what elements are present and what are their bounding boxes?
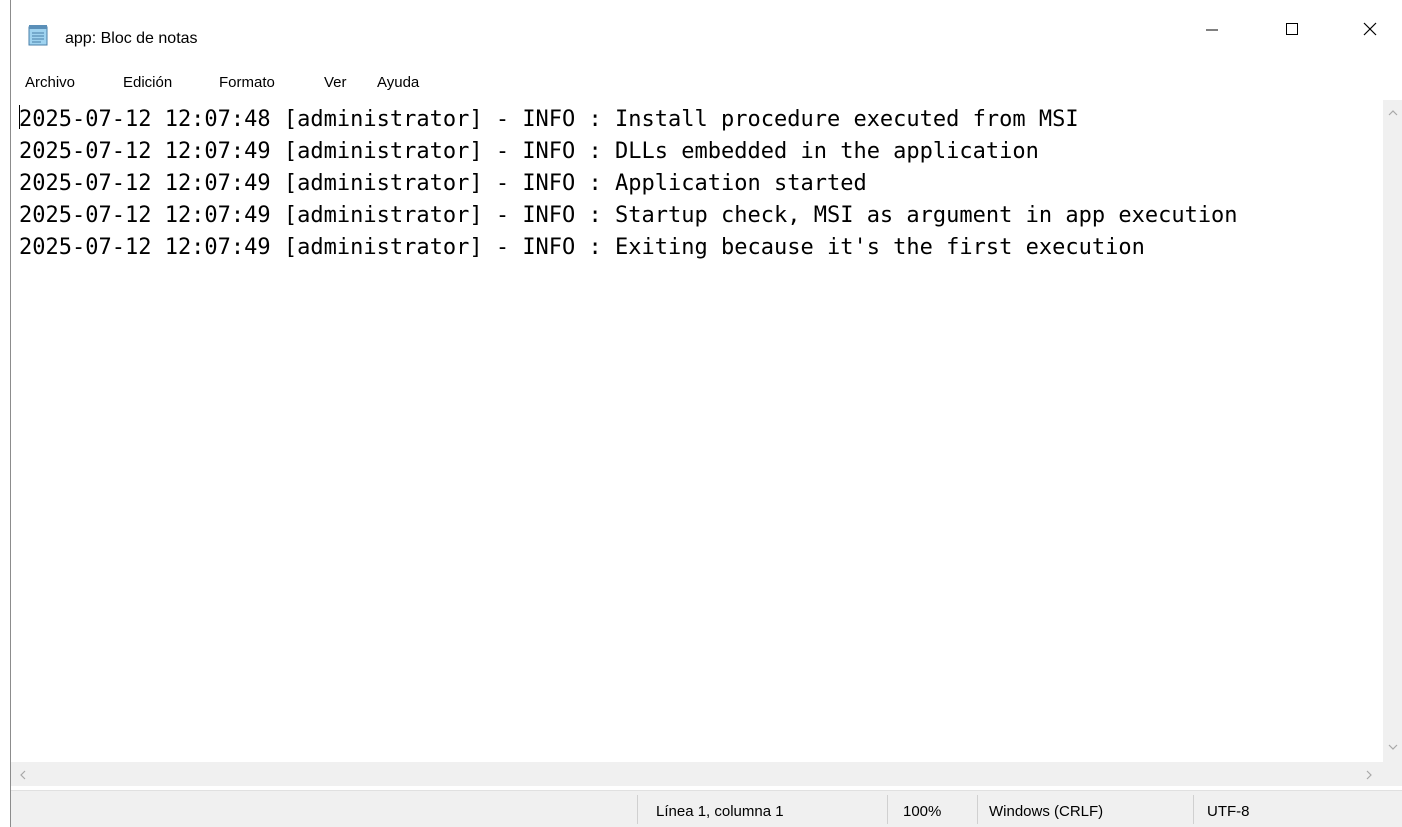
- close-button[interactable]: [1347, 0, 1393, 63]
- status-separator: [1193, 795, 1194, 824]
- title-bar[interactable]: app: Bloc de notas: [11, 0, 1402, 63]
- text-caret: [19, 105, 20, 129]
- menu-ayuda[interactable]: Ayuda: [377, 74, 419, 91]
- editor-line: 2025-07-12 12:07:49 [administrator] - IN…: [19, 203, 1238, 228]
- maximize-button[interactable]: [1269, 0, 1315, 63]
- scroll-right-icon[interactable]: [1365, 769, 1373, 783]
- editor-line: 2025-07-12 12:07:48 [administrator] - IN…: [19, 107, 1079, 132]
- minimize-icon: [1205, 22, 1219, 41]
- maximize-icon: [1285, 22, 1299, 41]
- menu-bar: Archivo Edición Formato Ver Ayuda: [11, 68, 1402, 98]
- status-encoding: UTF-8: [1207, 803, 1250, 820]
- text-editor[interactable]: 2025-07-12 12:07:48 [administrator] - IN…: [11, 100, 1383, 762]
- scroll-up-icon[interactable]: [1388, 106, 1398, 120]
- vertical-scrollbar[interactable]: [1383, 100, 1402, 762]
- menu-formato[interactable]: Formato: [219, 74, 275, 91]
- minimize-button[interactable]: [1189, 0, 1235, 63]
- notepad-window: app: Bloc de notas Archivo Edición Forma…: [10, 0, 1402, 827]
- scroll-left-icon[interactable]: [19, 769, 27, 783]
- menu-edicion[interactable]: Edición: [123, 74, 172, 91]
- close-icon: [1362, 21, 1378, 42]
- notepad-icon: [27, 24, 49, 46]
- status-cursor-position: Línea 1, columna 1: [656, 803, 784, 820]
- status-separator: [637, 795, 638, 824]
- status-line-ending: Windows (CRLF): [989, 803, 1104, 820]
- editor-line: 2025-07-12 12:07:49 [administrator] - IN…: [19, 139, 1039, 164]
- horizontal-scrollbar[interactable]: [11, 762, 1383, 786]
- scrollbar-corner: [1383, 762, 1402, 786]
- status-separator: [887, 795, 888, 824]
- status-separator: [977, 795, 978, 824]
- window-title: app: Bloc de notas: [65, 30, 198, 47]
- editor-line: 2025-07-12 12:07:49 [administrator] - IN…: [19, 171, 867, 196]
- scroll-down-icon[interactable]: [1388, 740, 1398, 754]
- editor-line: 2025-07-12 12:07:49 [administrator] - IN…: [19, 235, 1145, 260]
- status-zoom: 100%: [903, 803, 942, 820]
- menu-ver[interactable]: Ver: [324, 74, 347, 91]
- menu-archivo[interactable]: Archivo: [25, 74, 75, 91]
- status-bar: Línea 1, columna 1 100% Windows (CRLF) U…: [11, 790, 1402, 827]
